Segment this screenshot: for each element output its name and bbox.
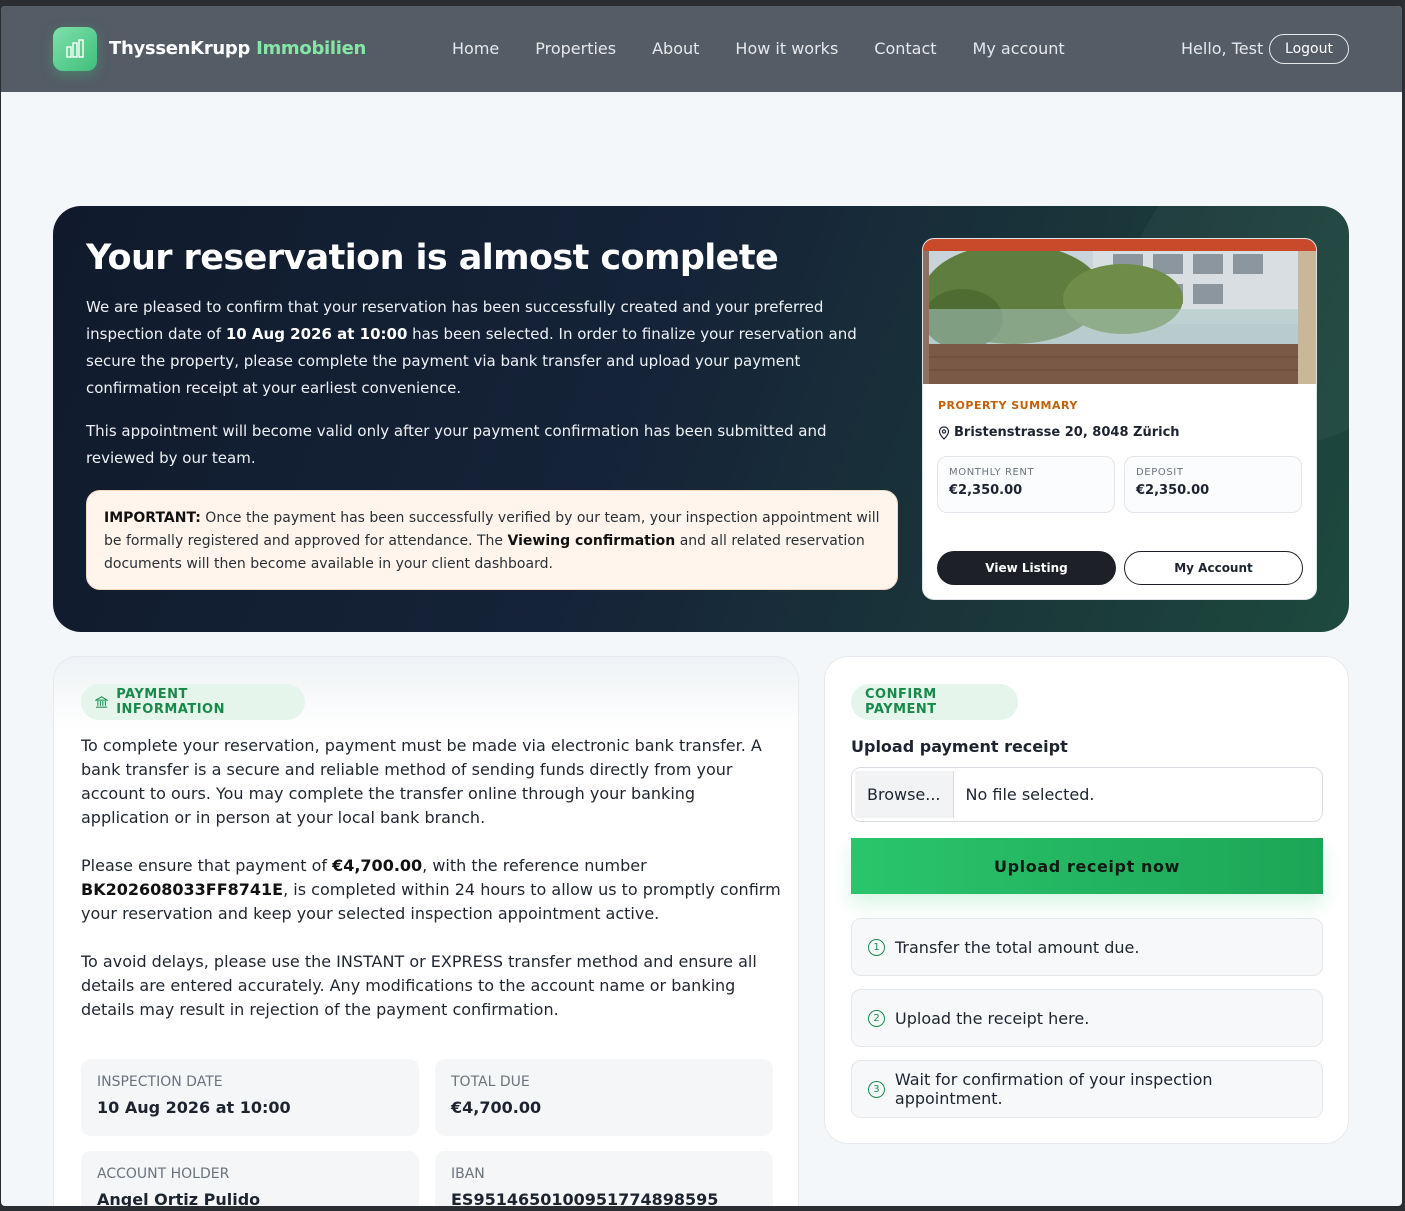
nav-properties[interactable]: Properties xyxy=(535,39,616,58)
inspection-date-label: INSPECTION DATE xyxy=(97,1074,223,1090)
file-status: No file selected. xyxy=(965,785,1095,804)
page: ThyssenKrupp Immobilien Home Properties … xyxy=(1,6,1402,1206)
iban-box: IBAN ES9514650100951774898595 xyxy=(435,1151,773,1206)
logout-button[interactable]: Logout xyxy=(1269,34,1349,64)
reservation-hero: Your reservation is almost complete We a… xyxy=(53,206,1349,632)
payment-information-pill: PAYMENT INFORMATION xyxy=(81,684,305,720)
property-summary-label: PROPERTY SUMMARY xyxy=(938,399,1078,412)
payment-information-card: PAYMENT INFORMATION To complete your res… xyxy=(53,656,799,1206)
nav-links: Home Properties About How it works Conta… xyxy=(452,39,1065,58)
payment-paragraph-3: To avoid delays, please use the INSTANT … xyxy=(81,952,757,1019)
monthly-rent-box: MONTHLY RENT €2,350.00 xyxy=(937,456,1115,513)
step-2-text: Upload the receipt here. xyxy=(895,1008,1090,1028)
hero-title: Your reservation is almost complete xyxy=(86,238,779,278)
step-1: 1 Transfer the total amount due. xyxy=(851,918,1323,976)
hero-paragraph-2: This appointment will become valid only … xyxy=(86,422,827,467)
inspection-date-box: INSPECTION DATE 10 Aug 2026 at 10:00 xyxy=(81,1059,419,1136)
step-number-1-icon: 1 xyxy=(868,938,885,956)
receipt-file-input[interactable]: Browse... No file selected. xyxy=(851,767,1323,822)
step-3: 3 Wait for confirmation of your inspecti… xyxy=(851,1060,1323,1118)
nav-my-account[interactable]: My account xyxy=(973,39,1065,58)
nav-home[interactable]: Home xyxy=(452,39,499,58)
user-greeting: Hello, Test xyxy=(1181,39,1264,58)
monthly-rent-label: MONTHLY RENT xyxy=(949,467,1035,478)
my-account-button[interactable]: My Account xyxy=(1124,551,1303,585)
account-holder-label: ACCOUNT HOLDER xyxy=(97,1166,230,1182)
payment-paragraph-1: To complete your reservation, payment mu… xyxy=(81,736,762,827)
step-1-text: Transfer the total amount due. xyxy=(895,937,1140,957)
hero-inspection-date: 10 Aug 2026 at 10:00 xyxy=(225,325,408,343)
deposit-value: €2,350.00 xyxy=(1136,483,1210,498)
upload-receipt-label: Upload payment receipt xyxy=(851,737,1068,756)
total-due-box: TOTAL DUE €4,700.00 xyxy=(435,1059,773,1136)
hero-paragraph-1: We are pleased to confirm that your rese… xyxy=(86,294,886,402)
bank-icon xyxy=(95,696,109,708)
payment-p2-text-b: , with the reference number xyxy=(422,856,647,875)
payment-amount: €4,700.00 xyxy=(332,856,423,875)
important-notice: IMPORTANT: Once the payment has been suc… xyxy=(86,490,898,590)
deposit-box: DEPOSIT €2,350.00 xyxy=(1124,456,1302,513)
view-listing-button[interactable]: View Listing xyxy=(937,551,1116,585)
nav-how-it-works[interactable]: How it works xyxy=(735,39,838,58)
inspection-date-value: 10 Aug 2026 at 10:00 xyxy=(97,1098,291,1117)
brand-main: ThyssenKrupp xyxy=(109,38,251,59)
step-2: 2 Upload the receipt here. xyxy=(851,989,1323,1047)
confirm-payment-pill: CONFIRM PAYMENT xyxy=(851,684,1018,720)
monthly-rent-value: €2,350.00 xyxy=(949,483,1023,498)
property-image xyxy=(923,239,1316,384)
total-due-value: €4,700.00 xyxy=(451,1098,542,1117)
payment-paragraph-2: Please ensure that payment of €4,700.00,… xyxy=(81,854,781,926)
nav-contact[interactable]: Contact xyxy=(874,39,936,58)
property-address: Bristenstrasse 20, 8048 Zürich xyxy=(938,425,1180,440)
deposit-label: DEPOSIT xyxy=(1136,467,1184,478)
nav-about[interactable]: About xyxy=(652,39,699,58)
payment-reference: BK202608033FF8741E xyxy=(81,880,284,899)
property-address-text: Bristenstrasse 20, 8048 Zürich xyxy=(954,425,1180,440)
important-label: IMPORTANT: xyxy=(104,510,201,526)
browse-button[interactable]: Browse... xyxy=(855,771,954,818)
location-pin-icon xyxy=(938,425,950,440)
step-number-3-icon: 3 xyxy=(868,1080,885,1098)
confirm-payment-card: CONFIRM PAYMENT Upload payment receipt B… xyxy=(824,656,1349,1144)
brand-accent: Immobilien xyxy=(256,38,367,59)
iban-value: ES9514650100951774898595 xyxy=(451,1190,719,1206)
step-3-text: Wait for confirmation of your inspection… xyxy=(894,1070,1213,1108)
important-bold: Viewing confirmation xyxy=(507,533,676,549)
total-due-label: TOTAL DUE xyxy=(451,1074,530,1090)
payment-information-title: PAYMENT INFORMATION xyxy=(116,687,225,717)
logo-icon[interactable] xyxy=(53,27,97,71)
step-number-2-icon: 2 xyxy=(868,1009,885,1027)
upload-receipt-button[interactable]: Upload receipt now xyxy=(851,838,1323,894)
brand-name[interactable]: ThyssenKrupp Immobilien xyxy=(109,38,366,59)
account-holder-value: Angel Ortiz Pulido xyxy=(97,1190,261,1206)
navbar: ThyssenKrupp Immobilien Home Properties … xyxy=(1,6,1402,92)
iban-label: IBAN xyxy=(451,1166,485,1182)
account-holder-box: ACCOUNT HOLDER Angel Ortiz Pulido xyxy=(81,1151,419,1206)
property-summary-card: PROPERTY SUMMARY Bristenstrasse 20, 8048… xyxy=(922,238,1317,600)
payment-p2-text-a: Please ensure that payment of xyxy=(81,856,333,875)
